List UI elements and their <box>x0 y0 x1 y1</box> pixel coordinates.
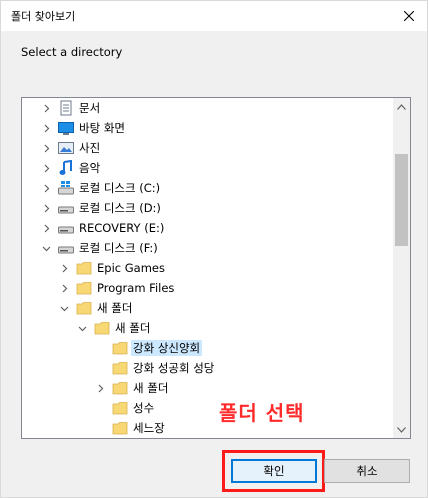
close-icon <box>404 11 414 21</box>
tree-item[interactable]: 새 폴더 <box>22 378 393 398</box>
pictures-icon <box>58 140 74 156</box>
tree-item[interactable]: Epic Games <box>22 258 393 278</box>
collapse-chevron-icon[interactable] <box>76 322 88 334</box>
tree-item-label: 로컬 디스크 (C:) <box>79 181 161 195</box>
tree-item-label: 세느장 <box>133 421 165 435</box>
chevron-up-icon <box>397 103 406 110</box>
expand-chevron-icon[interactable] <box>58 262 70 274</box>
tree-item[interactable]: 세느장 <box>22 418 393 438</box>
documents-icon <box>58 100 74 116</box>
tree-item-label: 바탕 화면 <box>79 121 125 135</box>
chevron-down-icon <box>397 426 406 433</box>
music-icon <box>58 159 74 176</box>
tree-item[interactable]: 강화 성공회 성당 <box>22 358 393 378</box>
drive-icon <box>58 240 74 256</box>
tree-item[interactable]: 로컬 디스크 (C:) <box>22 178 393 198</box>
expand-chevron-icon[interactable] <box>40 202 52 214</box>
folder-icon <box>112 380 128 396</box>
vertical-scrollbar[interactable] <box>393 98 410 438</box>
expand-chevron-icon[interactable] <box>40 142 52 154</box>
tree-item[interactable]: 바탕 화면 <box>22 118 393 138</box>
tree-item-label: 강화 성공회 성당 <box>133 361 215 375</box>
title-bar: 폴더 찾아보기 <box>1 1 427 31</box>
tree-item[interactable]: 로컬 디스크 (F:) <box>22 238 393 258</box>
folder-icon <box>76 260 92 276</box>
directory-prompt: Select a directory <box>21 45 123 59</box>
drive-icon <box>58 220 74 236</box>
folder-tree[interactable]: 문서바탕 화면사진음악로컬 디스크 (C:) 로컬 디스크 (D:) RECOVER… <box>21 97 411 439</box>
close-button[interactable] <box>391 1 427 31</box>
tree-item-label: 새 폴더 <box>97 301 133 315</box>
folder-icon <box>112 400 128 416</box>
windows-drive-icon <box>58 180 74 196</box>
expand-chevron-icon[interactable] <box>40 102 52 114</box>
expand-chevron-icon[interactable] <box>40 162 52 174</box>
folder-icon <box>112 340 128 356</box>
expand-chevron-icon[interactable] <box>40 122 52 134</box>
tree-item-label: Program Files <box>97 281 175 295</box>
tree-item-label: 새 폴더 <box>115 321 151 335</box>
tree-item[interactable]: 사진 <box>22 138 393 158</box>
tree-item[interactable]: Program Files <box>22 278 393 298</box>
folder-icon <box>76 280 92 296</box>
tree-item[interactable]: 성수 <box>22 398 393 418</box>
tree-item[interactable]: 새 폴더 <box>22 318 393 338</box>
tree-item-label: 사진 <box>79 141 101 155</box>
tree-item-label: 문서 <box>79 101 101 115</box>
folder-icon <box>112 360 128 376</box>
tree-item[interactable]: 음악 <box>22 158 393 178</box>
ok-button[interactable]: 확인 <box>231 459 317 483</box>
window-title: 폴더 찾아보기 <box>11 10 76 23</box>
scroll-thumb[interactable] <box>395 154 408 246</box>
tree-item[interactable]: RECOVERY (E:) <box>22 218 393 238</box>
folder-icon <box>76 300 92 316</box>
expand-chevron-icon[interactable] <box>40 182 52 194</box>
tree-item-label: 로컬 디스크 (D:) <box>79 201 161 215</box>
tree-item-label: 성수 <box>133 401 155 415</box>
tree-item[interactable]: 새 폴더 <box>22 298 393 318</box>
tree-item-label: 로컬 디스크 (F:) <box>79 241 158 255</box>
tree-item-label: 강화 상신양회 <box>131 340 203 356</box>
folder-browser-dialog: 폴더 찾아보기 Select a directory 문서바탕 화면사진음악로컬… <box>0 0 428 498</box>
drive-icon <box>58 200 74 216</box>
tree-item[interactable]: 문서 <box>22 98 393 118</box>
tree-item-label: RECOVERY (E:) <box>79 221 165 235</box>
scroll-down-button[interactable] <box>393 421 410 438</box>
folder-icon <box>112 420 128 436</box>
scroll-up-button[interactable] <box>393 98 410 115</box>
expand-chevron-icon[interactable] <box>58 282 70 294</box>
folder-icon <box>94 320 110 336</box>
expand-chevron-icon[interactable] <box>40 222 52 234</box>
expand-chevron-icon[interactable] <box>94 382 106 394</box>
tree-item[interactable]: 로컬 디스크 (D:) <box>22 198 393 218</box>
tree-item-label: 새 폴더 <box>133 381 169 395</box>
annotation-label: 폴더 선택 <box>219 401 305 425</box>
collapse-chevron-icon[interactable] <box>40 242 52 254</box>
cancel-button[interactable]: 취소 <box>324 459 410 483</box>
tree-item-label: 음악 <box>79 161 101 175</box>
desktop-icon <box>58 120 74 136</box>
tree-item-label: Epic Games <box>97 261 165 275</box>
tree-item-selected[interactable]: 강화 상신양회 <box>22 338 393 358</box>
collapse-chevron-icon[interactable] <box>58 302 70 314</box>
